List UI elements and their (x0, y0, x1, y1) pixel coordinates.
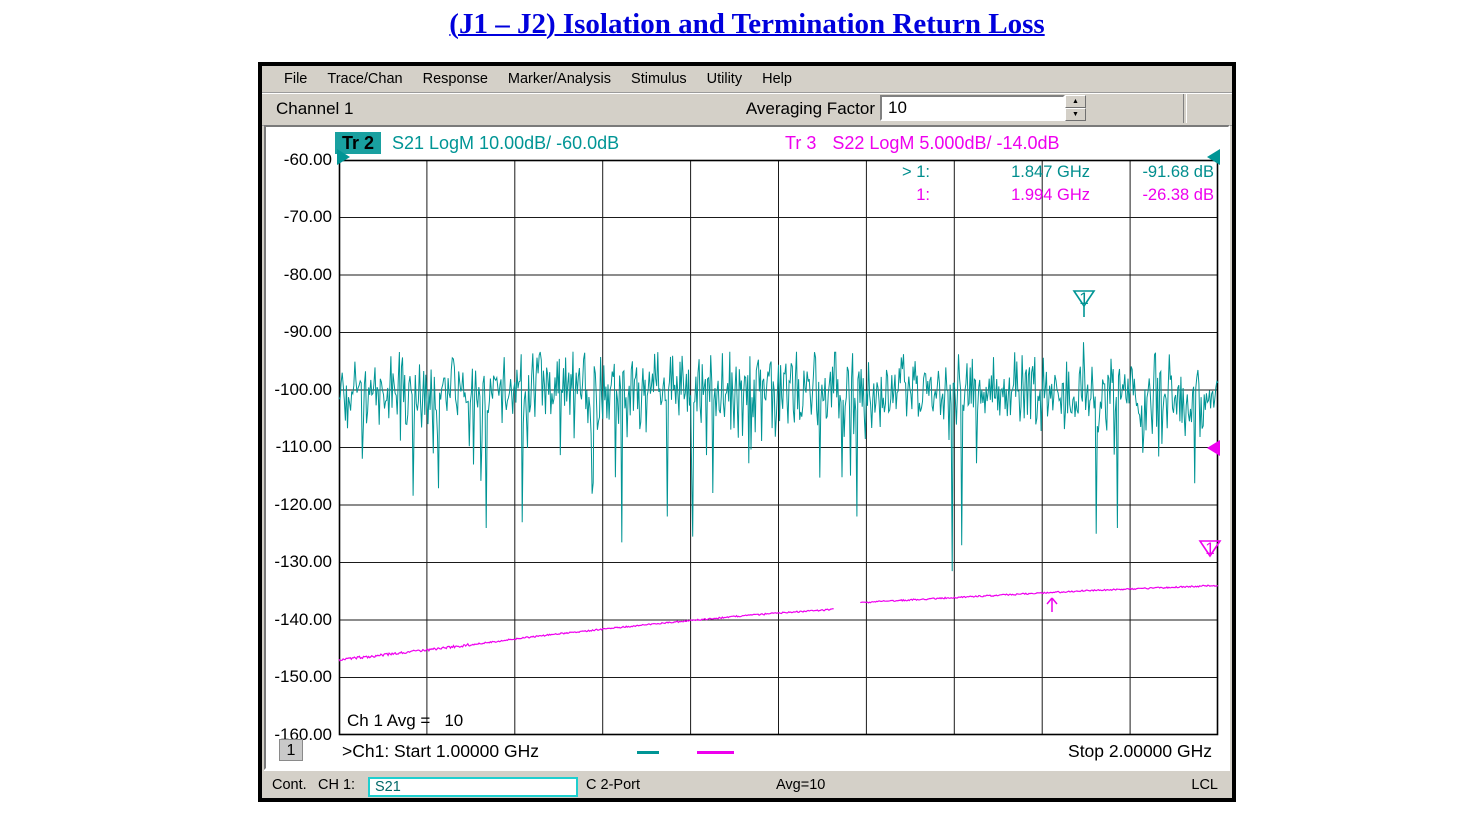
status-continuous: Cont. (272, 777, 307, 793)
trace-plot (339, 160, 1218, 735)
page: { "doc_title": "(J1 – J2) Isolation and … (0, 0, 1460, 830)
y-tick-label: -120.00 (266, 495, 332, 515)
start-frequency-label: >Ch1: Start 1.00000 GHz (342, 741, 539, 762)
marker1-tr3-label: 1: (840, 184, 930, 207)
y-tick-label: -140.00 (266, 610, 332, 630)
status-averaging: Avg=10 (776, 777, 825, 793)
spin-down-icon[interactable]: ▼ (1065, 108, 1086, 121)
y-tick-label: -110.00 (266, 437, 332, 457)
trace2-info: S21 LogM 10.00dB/ -60.0dB (392, 132, 619, 154)
marker1-tr2-triangle-icon (1073, 290, 1095, 318)
marker1-tr3-value: -26.38 dB (1090, 184, 1214, 207)
stop-frequency-label: Stop 2.00000 GHz (1068, 741, 1212, 762)
spin-up-icon[interactable]: ▲ (1065, 95, 1086, 108)
status-lcl: LCL (1191, 777, 1218, 793)
status-channel-label: CH 1: (318, 777, 355, 793)
trace-status-line: Tr 2 S21 LogM 10.00dB/ -60.0dB Tr 3 S22 … (266, 132, 1228, 156)
trace3-info: S22 LogM 5.000dB/ -14.0dB (832, 132, 1059, 154)
y-tick-label: -80.00 (266, 265, 332, 285)
page-title: (J1 – J2) Isolation and Termination Retu… (258, 8, 1236, 41)
y-tick-label: -60.00 (266, 150, 332, 170)
graticule: -60.00 -70.00 -80.00 -90.00 -100.00 -110… (339, 160, 1218, 735)
tr3-ref-arrow-right (1207, 440, 1220, 456)
avg-value: 10 (444, 711, 463, 731)
menu-utility[interactable]: Utility (697, 71, 752, 87)
marker1-tr2-value: -91.68 dB (1090, 161, 1214, 184)
menu-trace-chan[interactable]: Trace/Chan (317, 71, 412, 87)
y-tick-label: -70.00 (266, 207, 332, 227)
tr3-up-arrow-icon (1044, 594, 1060, 614)
y-tick-label: -90.00 (266, 322, 332, 342)
marker1-tr3-freq: 1.994 GHz (930, 184, 1090, 207)
channel-toolbar: Channel 1 Averaging Factor ▲ ▼ (262, 92, 1232, 126)
menu-help[interactable]: Help (752, 71, 802, 87)
trace3-status: Tr 3 S22 LogM 5.000dB/ -14.0dB (785, 132, 1060, 154)
avg-label: Ch 1 Avg = (347, 711, 430, 731)
menu-marker-analysis[interactable]: Marker/Analysis (498, 71, 621, 87)
trace3-button[interactable]: Tr 3 (785, 132, 816, 154)
tr2-ref-arrow-left (337, 149, 350, 165)
marker1-tr2-freq: 1.847 GHz (930, 161, 1090, 184)
averaging-factor-input[interactable] (880, 95, 1065, 121)
marker1-tr2-label: > 1: (840, 161, 930, 184)
toolbar-separator (1183, 94, 1187, 123)
trace-number-button[interactable]: 1 (279, 739, 303, 761)
marker-readout: > 1: 1.847 GHz -91.68 dB 1: 1.994 GHz -2… (840, 161, 1214, 207)
menu-bar: File Trace/Chan Response Marker/Analysis… (262, 66, 1232, 93)
marker1-tr2[interactable]: 1 (1073, 290, 1095, 308)
menu-response[interactable]: Response (413, 71, 498, 87)
averaging-factor-label: Averaging Factor (692, 99, 875, 119)
status-bar: Cont. CH 1: S21 C 2-Port Avg=10 LCL (264, 770, 1230, 799)
menu-file[interactable]: File (274, 71, 317, 87)
y-tick-label: -100.00 (266, 380, 332, 400)
channel-label: Channel 1 (276, 99, 354, 119)
status-measurement-box[interactable]: S21 (368, 777, 578, 797)
averaging-spinner: ▲ ▼ (1065, 95, 1086, 121)
tr3-legend-dash-icon (697, 751, 734, 754)
marker1-tr3-triangle-icon (1199, 540, 1221, 558)
status-correction: C 2-Port (586, 777, 640, 793)
y-tick-label: -130.00 (266, 552, 332, 572)
marker1-tr3[interactable]: 1 (1199, 540, 1221, 558)
menu-stimulus[interactable]: Stimulus (621, 71, 697, 87)
tr2-legend-dash-icon (637, 751, 659, 754)
y-tick-label: -150.00 (266, 667, 332, 687)
averaging-annotation: Ch 1 Avg = 10 (347, 711, 463, 731)
display-area: Tr 2 S21 LogM 10.00dB/ -60.0dB Tr 3 S22 … (264, 125, 1230, 770)
pna-window: File Trace/Chan Response Marker/Analysis… (258, 62, 1236, 802)
